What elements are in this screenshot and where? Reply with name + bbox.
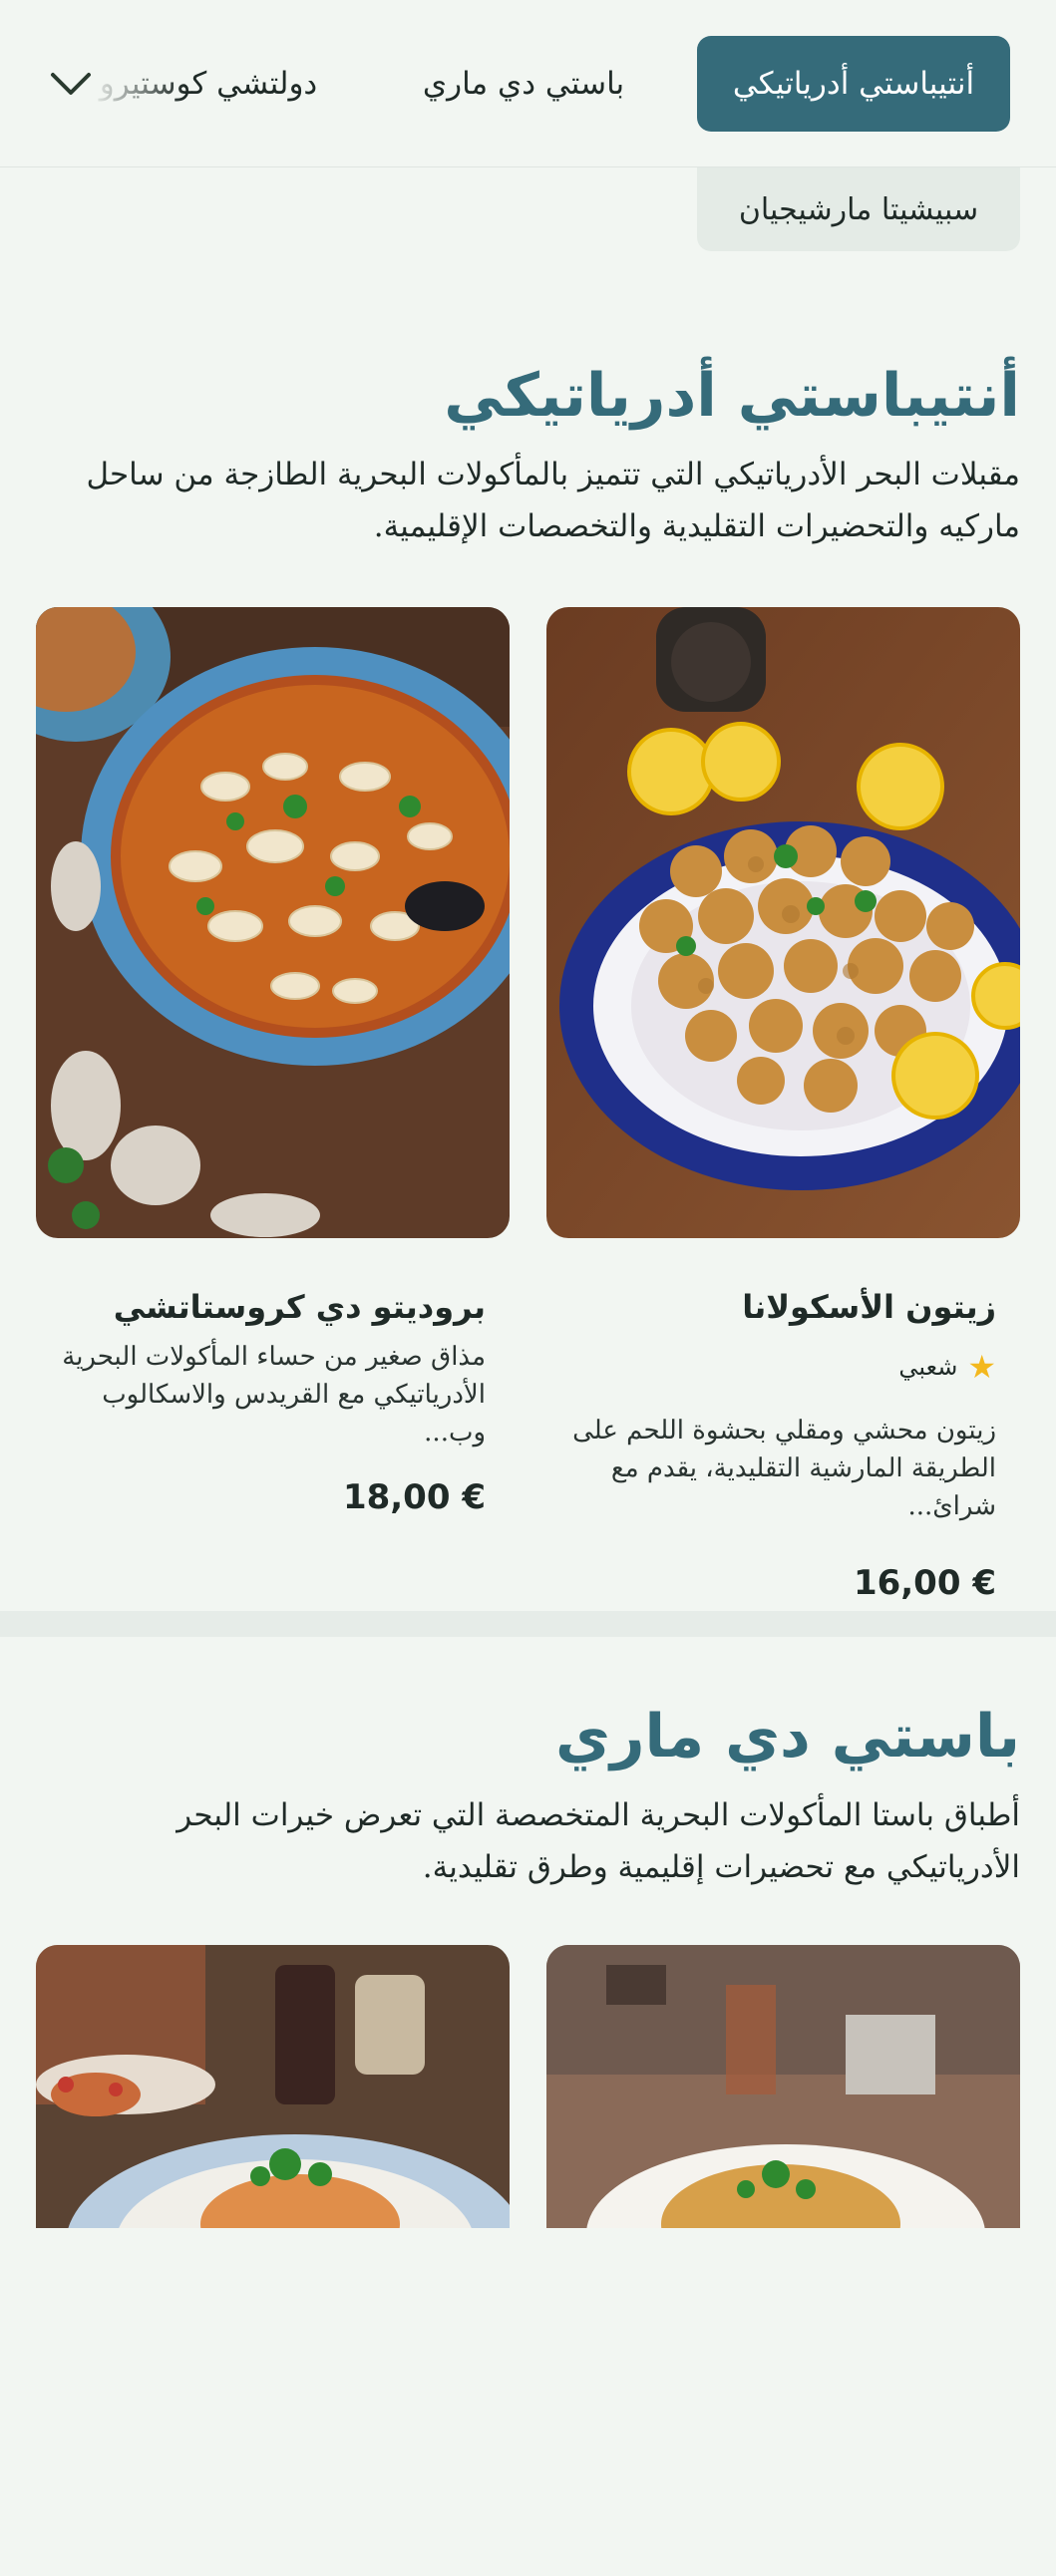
dish-price: 16,00 € (853, 1563, 996, 1603)
popular-badge: ★ شعبي (570, 1348, 996, 1386)
section-title: باستي دي ماري (554, 1702, 1020, 1771)
star-icon: ★ (967, 1348, 996, 1386)
category-nav: أنتيباستي أدرياتيكي باستي دي ماري دولتشي… (0, 0, 1056, 167)
dish-price: 18,00 € (342, 1477, 486, 1517)
dish-card-olive[interactable]: زيتون الأسكولانا ★ شعبي زيتون محشي ومقلي… (546, 1288, 1020, 1603)
dish-name: زيتون الأسكولانا (742, 1288, 996, 1326)
section-pasti-di-mare: باستي دي ماري أطباق باستا المأكولات البح… (36, 1702, 1020, 1893)
dish-card-brodetto[interactable]: بروديتو دي كروستاتشي مذاق صغير من حساء ا… (36, 1288, 510, 1517)
dish-image-olive[interactable] (546, 607, 1020, 1238)
section-description: أطباق باستا المأكولات البحرية المتخصصة ا… (176, 1797, 1020, 1885)
section-antipasti: أنتيباستي أدرياتيكي مقبلات البحر الأدريا… (36, 361, 1020, 552)
section-title: أنتيباستي أدرياتيكي (444, 361, 1020, 431)
dish-description: زيتون محشي ومقلي بحشوة اللحم على الطريقة… (572, 1416, 996, 1521)
section-divider (0, 1611, 1056, 1637)
tab-pasti-di-mare[interactable]: باستي دي ماري (414, 36, 633, 132)
dish-description: مذاق صغير من حساء المأكولات البحرية الأد… (62, 1342, 486, 1448)
chevron-down-icon[interactable] (46, 62, 96, 106)
dish-image-brodetto[interactable] (36, 607, 510, 1238)
dish-image-pasta-2[interactable] (36, 1945, 510, 2576)
section-description: مقبلات البحر الأدرياتيكي التي تتميز بالم… (86, 457, 1020, 544)
tab-specialita[interactable]: سبيشيتا مارشيجيان (697, 167, 1020, 251)
badge-label: شعبي (898, 1353, 958, 1381)
tab-dolci[interactable]: دولتشي كوستيرو (89, 36, 328, 132)
tab-antipasti[interactable]: أنتيباستي أدرياتيكي (697, 36, 1010, 132)
dish-image-pasta-1[interactable] (546, 1945, 1020, 2576)
dish-name: بروديتو دي كروستاتشي (113, 1288, 486, 1326)
